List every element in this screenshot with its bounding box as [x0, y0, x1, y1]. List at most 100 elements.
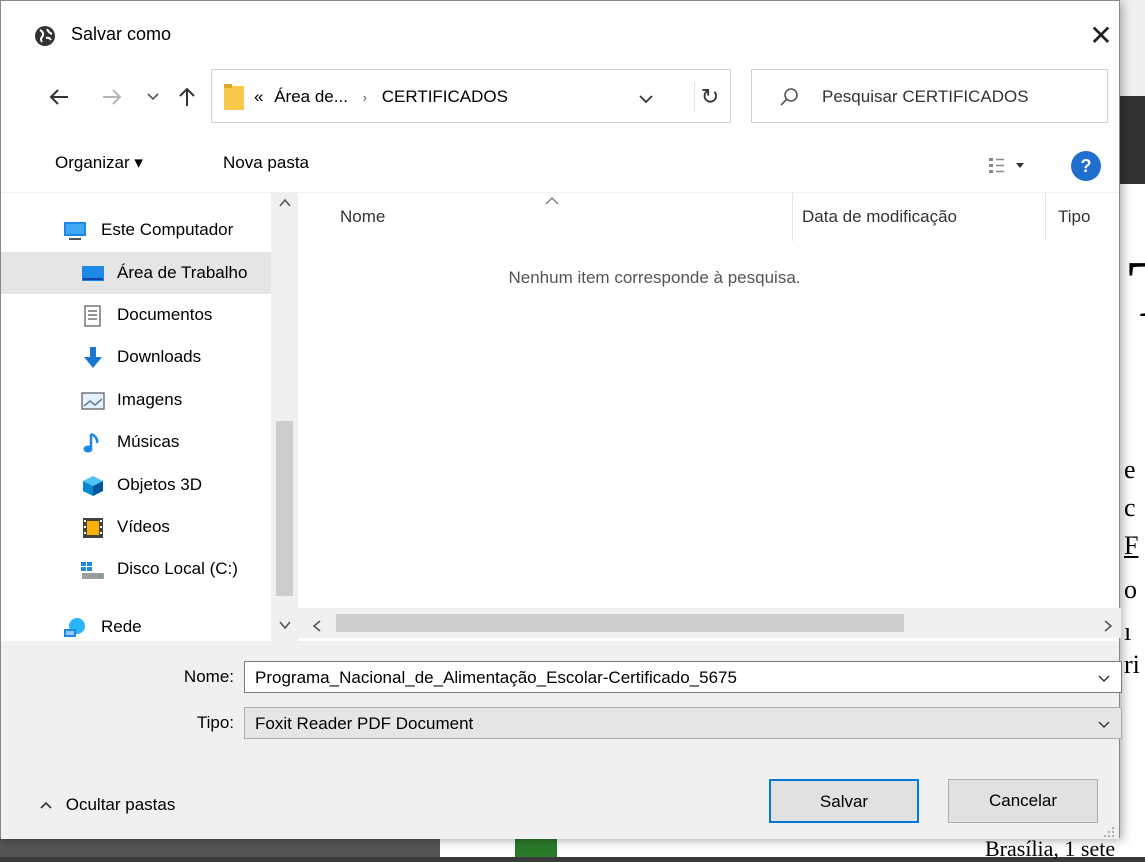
chevron-up-icon [40, 801, 52, 809]
dialog-titlebar: Salvar como ✕ [1, 1, 1119, 63]
view-options-icon[interactable] [988, 156, 1028, 176]
nav-item-label: Músicas [117, 432, 180, 451]
dialog-footer: Nome: Programa_Nacional_de_Alimentação_E… [1, 641, 1122, 839]
nav-item-downloads[interactable]: Downloads [1, 336, 276, 378]
nav-item-label: Este Computador [101, 220, 234, 239]
background-text-fragment: c [1124, 493, 1136, 522]
nav-item-label: Vídeos [117, 517, 170, 536]
column-header-data-modificacao[interactable]: Data de modificação [802, 207, 957, 227]
3d-objects-icon [81, 475, 105, 497]
breadcrumb-item-certificados[interactable]: CERTIFICADOS [382, 87, 508, 106]
background-text-fragment: Brasília, 1 sete [985, 836, 1116, 861]
computer-icon [63, 220, 87, 242]
command-toolbar: Organizar ▾ Nova pasta ? [1, 136, 1119, 192]
background-text-fragment: ı [1124, 617, 1132, 646]
search-input[interactable] [822, 82, 1092, 112]
save-as-dialog: Salvar como ✕ « Área de... › CERTIFICADO… [0, 0, 1122, 839]
nav-item-videos[interactable]: Vídeos [1, 506, 276, 548]
nav-item-rede[interactable]: Rede [1, 606, 276, 642]
app-globe-icon [33, 24, 57, 48]
chevron-down-icon[interactable] [1097, 671, 1111, 685]
nav-item-label: Disco Local (C:) [117, 559, 238, 578]
scroll-left-icon[interactable] [312, 617, 322, 637]
folder-icon [224, 84, 244, 110]
back-arrow-icon[interactable] [45, 83, 73, 111]
breadcrumb-item-desktop[interactable]: Área de... [274, 87, 348, 106]
nav-item-label: Rede [101, 617, 142, 636]
help-icon[interactable]: ? [1071, 151, 1101, 181]
background-text-fragment: o [1124, 575, 1137, 604]
column-divider[interactable] [1045, 193, 1046, 241]
nav-item-label: Imagens [117, 390, 183, 409]
breadcrumb-overflow[interactable]: « [254, 87, 263, 106]
file-name-label: Nome: [183, 667, 234, 686]
address-history-chevron-icon[interactable] [632, 84, 660, 112]
refresh-icon[interactable]: ↻ [694, 82, 725, 112]
file-type-value: Foxit Reader PDF Document [255, 714, 474, 733]
file-name-field[interactable]: Programa_Nacional_de_Alimentação_Escolar… [244, 661, 1122, 693]
organize-button[interactable]: Organizar ▾ [55, 153, 143, 173]
background-text-fragment: F [1124, 531, 1139, 560]
recent-locations-chevron-icon[interactable] [139, 83, 167, 111]
search-icon [778, 86, 800, 108]
background-text-fragment: e [1124, 455, 1136, 484]
column-divider[interactable] [792, 193, 793, 241]
nav-item-area-de-trabalho[interactable]: Área de Trabalho [1, 252, 276, 294]
scrollbar-thumb[interactable] [336, 614, 904, 632]
address-bar[interactable]: « Área de... › CERTIFICADOS ↻ [211, 69, 731, 123]
close-button[interactable]: ✕ [1081, 16, 1121, 56]
music-icon [81, 432, 105, 454]
nav-item-este-computador[interactable]: Este Computador [1, 209, 276, 251]
nav-item-disco-local[interactable]: Disco Local (C:) [1, 548, 276, 590]
desktop-icon [81, 263, 105, 285]
column-header-nome[interactable]: Nome [340, 207, 385, 227]
chevron-down-icon[interactable] [1097, 717, 1111, 731]
browser-body: Este Computador Área de Trabalho Documen… [1, 192, 1121, 642]
videos-icon [81, 517, 105, 539]
hide-folders-label: Ocultar pastas [65, 795, 176, 814]
hide-folders-toggle[interactable]: Ocultar pastas [39, 795, 175, 815]
new-folder-button[interactable]: Nova pasta [223, 153, 309, 173]
nav-item-imagens[interactable]: Imagens [1, 379, 276, 421]
network-icon [63, 617, 87, 639]
nav-item-label: Documentos [117, 305, 213, 324]
scroll-right-icon[interactable] [1103, 617, 1113, 637]
nav-item-documentos[interactable]: Documentos [1, 294, 276, 336]
background-app-bottom [0, 838, 440, 857]
navigation-pane: Este Computador Área de Trabalho Documen… [1, 193, 298, 642]
documents-icon [81, 305, 105, 327]
up-arrow-icon[interactable] [173, 83, 201, 111]
nav-item-label: Objetos 3D [117, 475, 203, 494]
breadcrumb-separator[interactable]: › [363, 90, 367, 105]
nav-item-musicas[interactable]: Músicas [1, 421, 276, 463]
navigation-row: « Área de... › CERTIFICADOS ↻ [1, 69, 1119, 129]
column-header-tipo[interactable]: Tipo [1058, 207, 1090, 227]
downloads-icon [81, 347, 105, 369]
nav-item-objetos-3d[interactable]: Objetos 3D [1, 464, 276, 506]
file-type-select[interactable]: Foxit Reader PDF Document [244, 707, 1122, 739]
save-button[interactable]: Salvar [769, 779, 919, 823]
cancel-button[interactable]: Cancelar [948, 779, 1098, 823]
resize-grip-icon[interactable] [1103, 823, 1115, 837]
nav-item-label: Downloads [117, 347, 202, 366]
navigation-pane-scrollbar[interactable] [271, 193, 298, 642]
pictures-icon [81, 390, 105, 412]
dialog-title: Salvar como [71, 24, 172, 44]
background-text-fragment: T [1128, 250, 1145, 330]
forward-arrow-icon[interactable] [98, 83, 126, 111]
scroll-up-icon[interactable] [271, 197, 298, 211]
background-green-element [515, 838, 557, 857]
empty-state-message: Nenhum item corresponde à pesquisa. [508, 268, 801, 287]
horizontal-scrollbar[interactable] [298, 608, 1121, 638]
background-text-fragment: ri [1124, 650, 1140, 679]
scroll-down-icon[interactable] [271, 619, 298, 633]
local-disk-icon [81, 559, 105, 581]
file-type-label: Tipo: [196, 713, 234, 732]
scrollbar-thumb[interactable] [276, 421, 293, 596]
breadcrumb: « Área de... › CERTIFICADOS [254, 87, 508, 107]
nav-item-label: Área de Trabalho [117, 263, 248, 282]
search-box[interactable] [751, 69, 1108, 123]
sort-ascending-icon [545, 193, 559, 209]
file-list-pane: Nome Data de modificação Tipo Nenhum ite… [298, 193, 1121, 642]
file-name-value[interactable]: Programa_Nacional_de_Alimentação_Escolar… [255, 668, 737, 688]
